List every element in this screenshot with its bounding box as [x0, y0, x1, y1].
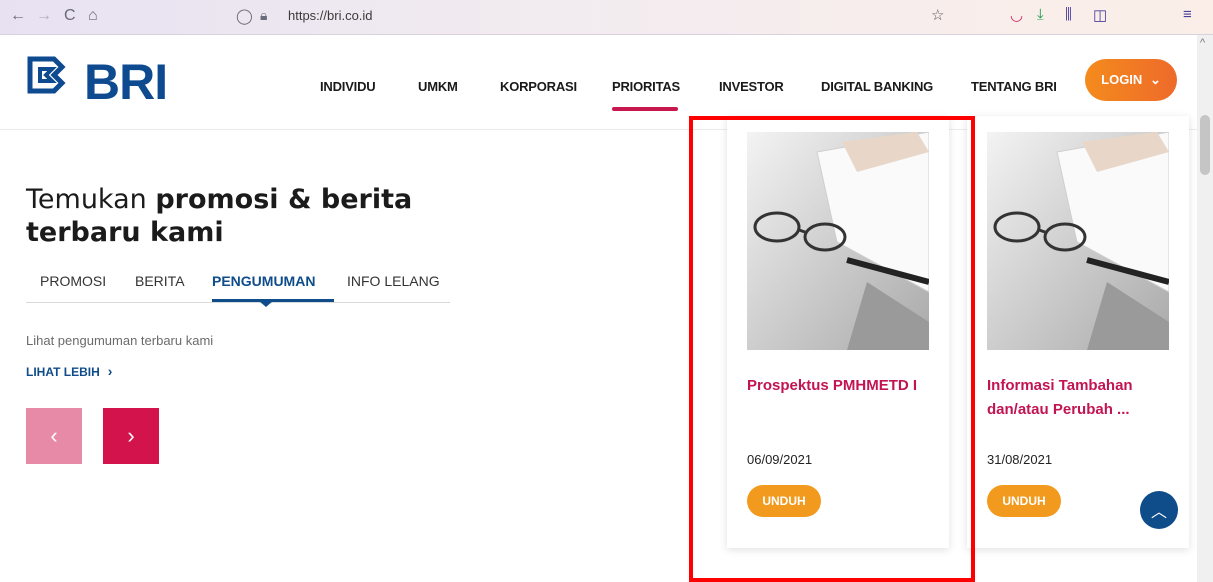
menu-digital-banking[interactable]: DIGITAL BANKING: [821, 79, 933, 94]
menu-korporasi[interactable]: KORPORASI: [500, 79, 577, 94]
bri-logo-icon: [27, 56, 66, 94]
tab-promosi[interactable]: PROMOSI: [40, 273, 106, 289]
star-icon[interactable]: ☆: [931, 6, 944, 24]
carousel-prev-button[interactable]: ‹: [26, 408, 82, 464]
shield-icon[interactable]: ◯: [236, 7, 253, 25]
page-scrollbar[interactable]: ^: [1197, 35, 1213, 582]
chevron-right-icon: ›: [127, 423, 135, 448]
pocket-icon[interactable]: ◡: [1010, 6, 1023, 24]
menu-tentang-bri[interactable]: TENTANG BRI: [971, 79, 1057, 94]
card-image: [987, 132, 1169, 350]
tab-pengumuman[interactable]: PENGUMUMAN: [212, 273, 315, 289]
menu-prioritas[interactable]: PRIORITAS: [612, 79, 680, 94]
chevron-down-icon: ⌄: [1149, 72, 1161, 87]
card-date: 31/08/2021: [987, 452, 1053, 467]
lihat-lebih-link[interactable]: LIHAT LEBIH ›: [26, 363, 112, 379]
bri-logo[interactable]: BRI: [26, 54, 168, 110]
login-label: LOGIN: [1101, 72, 1143, 87]
library-icon[interactable]: ⫼: [1065, 6, 1072, 23]
back-to-top-button[interactable]: ︿: [1140, 491, 1178, 529]
login-button[interactable]: LOGIN ⌄: [1085, 59, 1177, 101]
active-tab-caret: [259, 301, 273, 307]
address-bar[interactable]: https://bri.co.id: [288, 8, 373, 23]
menu-investor[interactable]: INVESTOR: [719, 79, 784, 94]
menu-icon[interactable]: ≡: [1183, 6, 1192, 23]
card-title[interactable]: Informasi Tambahan dan/atau Perubah ...: [987, 374, 1175, 422]
section-heading: Temukan promosi & berita terbaru kami: [26, 183, 446, 249]
unduh-button[interactable]: UNDUH: [987, 485, 1061, 517]
browser-toolbar: ← → C ⌂ ◯ 🔒︎ https://bri.co.id ☆ ◡ ⤓ ⫼ ◫…: [0, 0, 1213, 35]
reload-icon[interactable]: C: [64, 7, 76, 25]
active-tab-indicator: [212, 299, 334, 302]
forward-icon[interactable]: →: [36, 7, 52, 25]
tab-berita[interactable]: BERITA: [135, 273, 185, 289]
lihat-lebih-label: LIHAT LEBIH: [26, 365, 100, 379]
home-icon[interactable]: ⌂: [88, 7, 98, 25]
chevron-left-icon: ‹: [50, 423, 58, 448]
lock-icon[interactable]: 🔒︎: [260, 7, 267, 24]
news-tabs: PROMOSI BERITA PENGUMUMAN INFO LELANG: [26, 270, 450, 307]
announcement-card[interactable]: Informasi Tambahan dan/atau Perubah ... …: [967, 116, 1189, 548]
menu-individu[interactable]: INDIVIDU: [320, 79, 376, 94]
chevron-up-icon: ︿: [1150, 504, 1167, 521]
scroll-thumb[interactable]: [1200, 115, 1210, 175]
heading-normal: Temukan: [26, 184, 156, 215]
section-subtext: Lihat pengumuman terbaru kami: [26, 333, 214, 348]
logo-text: BRI: [84, 54, 168, 110]
carousel-next-button[interactable]: ›: [103, 408, 159, 464]
menu-umkm[interactable]: UMKM: [418, 79, 458, 94]
chevron-right-icon: ›: [107, 363, 113, 379]
back-icon[interactable]: ←: [10, 7, 26, 25]
sidebar-icon[interactable]: ◫: [1093, 6, 1107, 24]
scroll-up-icon[interactable]: ^: [1200, 37, 1205, 49]
active-menu-indicator: [612, 107, 678, 111]
download-icon[interactable]: ⤓: [1037, 6, 1044, 23]
tab-info-lelang[interactable]: INFO LELANG: [347, 273, 440, 289]
highlight-box: [689, 116, 975, 582]
